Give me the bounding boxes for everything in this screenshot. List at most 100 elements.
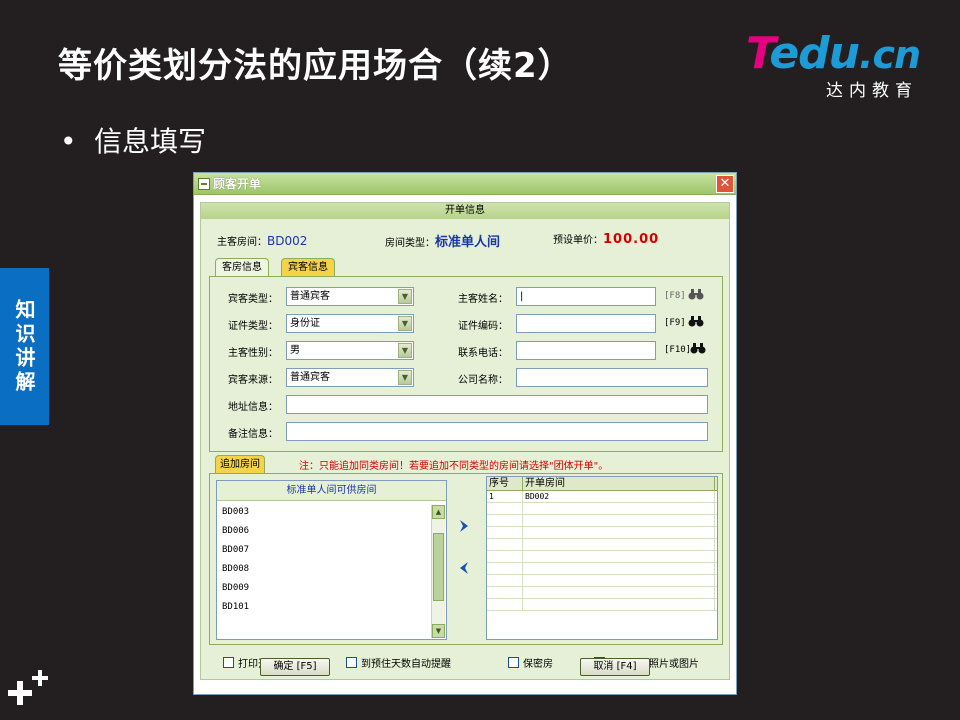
chevron-down-icon[interactable]: ▼ <box>398 289 412 304</box>
add-room-note: 注：只能追加同类房间！若要追加不同类型的房间请选择"团体开单"。 <box>299 461 609 472</box>
section-header: 开单信息 <box>201 203 729 219</box>
order-rooms-grid[interactable]: 序号 开单房间 1 BD002 <box>486 476 718 640</box>
logo-cn: .cn <box>859 33 921 77</box>
tab-guest-info[interactable]: 宾客信息 <box>281 258 335 276</box>
list-item[interactable]: BD003 <box>217 503 446 522</box>
tab-room-info[interactable]: 客房信息 <box>215 258 269 276</box>
bullet-dot: • <box>60 125 77 158</box>
ok-button[interactable]: 确定 [F5] <box>260 658 330 676</box>
room-type-info: 房间类型：标准单人间 <box>385 231 500 250</box>
list-item[interactable]: BD008 <box>217 560 446 579</box>
dialog-title: 顾客开单 <box>213 177 262 191</box>
checkbox-box[interactable] <box>223 657 234 668</box>
id-type-label: 证件类型： <box>228 321 278 332</box>
bullet-text: 信息填写 <box>94 125 207 158</box>
dialog-titlebar[interactable]: 顾客开单 <box>194 173 736 195</box>
slide-title: 等价类划分法的应用场合（续2） <box>58 46 573 86</box>
table-row-empty <box>487 503 717 515</box>
checkbox-box[interactable] <box>346 657 357 668</box>
source-label: 宾客来源： <box>228 375 278 386</box>
guest-type-value: 普通宾客 <box>290 291 330 302</box>
source-select[interactable]: 普通宾客 ▼ <box>286 368 414 387</box>
binoculars-icon[interactable] <box>690 342 706 357</box>
price-value: 100.00 <box>603 232 660 247</box>
address-label: 地址信息： <box>228 402 278 413</box>
table-row-empty <box>487 587 717 599</box>
checkbox-box[interactable] <box>508 657 519 668</box>
room-type-value: 标准单人间 <box>435 235 501 250</box>
list-item[interactable]: BD006 <box>217 522 446 541</box>
cancel-button[interactable]: 取消 [F4] <box>580 658 650 676</box>
main-room-label: 主客房间： <box>217 237 267 248</box>
move-left-button[interactable] <box>458 560 470 579</box>
table-row-empty <box>487 515 717 527</box>
table-row-empty <box>487 527 717 539</box>
available-rooms-header: 标准单人间可供房间 <box>217 481 446 501</box>
close-button[interactable]: ✕ <box>716 175 734 193</box>
list-item[interactable]: BD007 <box>217 541 446 560</box>
move-right-button[interactable] <box>458 518 470 537</box>
tedu-logo: Tedu.cn 达内教育 <box>746 28 926 101</box>
phone-input[interactable] <box>516 341 656 360</box>
add-room-panel: 标准单人间可供房间 BD003 BD006 BD007 BD008 BD009 … <box>209 473 723 645</box>
list-scrollbar[interactable]: ▲ ▼ <box>431 505 445 638</box>
binoculars-icon[interactable] <box>688 315 704 330</box>
guest-type-label: 宾客类型： <box>228 294 278 305</box>
room-type-label: 房间类型： <box>385 238 435 249</box>
grid-cell: BD002 <box>523 491 715 502</box>
price-label: 预设单价： <box>553 235 603 246</box>
side-tab-knowledge: 知识讲解 <box>0 268 49 425</box>
guest-info-panel: 宾客类型： 普通宾客 ▼ 证件类型： 身份证 ▼ 主客性别： 男 ▼ 宾客来源：… <box>209 276 723 452</box>
gender-value: 男 <box>290 345 300 356</box>
table-row-empty <box>487 563 717 575</box>
chevron-down-icon[interactable]: ▼ <box>398 316 412 331</box>
main-room-info: 主客房间：BD002 <box>217 233 307 248</box>
binoculars-icon[interactable] <box>688 288 704 303</box>
available-rooms-list[interactable]: 标准单人间可供房间 BD003 BD006 BD007 BD008 BD009 … <box>216 480 447 640</box>
guest-name-label: 主客姓名： <box>458 294 508 305</box>
dialog-body: 开单信息 主客房间：BD002 房间类型：标准单人间 预设单价：100.00 客… <box>200 202 730 680</box>
hotkey-f9: [F9] <box>664 318 686 328</box>
list-item[interactable]: BD101 <box>217 598 446 610</box>
company-input[interactable] <box>516 368 708 387</box>
id-number-label: 证件编码： <box>458 321 508 332</box>
grid-header: 序号 开单房间 <box>487 477 717 491</box>
id-number-input[interactable] <box>516 314 656 333</box>
scroll-up-icon[interactable]: ▲ <box>432 505 445 519</box>
address-input[interactable] <box>286 395 708 414</box>
bullet-item: • 信息填写 <box>60 120 206 160</box>
remark-input[interactable] <box>286 422 708 441</box>
tab-add-room[interactable]: 追加房间 <box>215 455 265 473</box>
gender-select[interactable]: 男 ▼ <box>286 341 414 360</box>
logo-edu: edu <box>769 28 860 79</box>
scroll-thumb[interactable] <box>433 533 444 601</box>
phone-label: 联系电话： <box>458 348 508 359</box>
company-label: 公司名称： <box>458 375 508 386</box>
auto-reminder-checkbox[interactable]: 到预住天数自动提醒 <box>346 655 451 670</box>
customer-order-dialog: 顾客开单 ✕ 开单信息 主客房间：BD002 房间类型：标准单人间 预设单价：1… <box>193 172 737 695</box>
checkbox-label: 到预住天数自动提醒 <box>361 659 451 670</box>
id-type-value: 身份证 <box>290 318 320 329</box>
hotkey-f8: [F8] <box>664 291 686 301</box>
logo-t: T <box>746 28 770 79</box>
window-menu-icon[interactable] <box>198 177 210 190</box>
logo-subtitle: 达内教育 <box>826 81 918 101</box>
guest-name-input[interactable]: | <box>516 287 656 306</box>
confidential-room-checkbox[interactable]: 保密房 <box>508 655 553 670</box>
price-info: 预设单价：100.00 <box>553 231 659 247</box>
table-row-empty <box>487 551 717 563</box>
remark-label: 备注信息： <box>228 429 278 440</box>
table-row-empty <box>487 575 717 587</box>
table-row[interactable]: 1 BD002 <box>487 491 717 503</box>
gender-label: 主客性别： <box>228 348 278 359</box>
table-row-empty <box>487 599 717 611</box>
main-room-value: BD002 <box>267 234 308 248</box>
chevron-down-icon[interactable]: ▼ <box>398 343 412 358</box>
id-type-select[interactable]: 身份证 ▼ <box>286 314 414 333</box>
chevron-down-icon[interactable]: ▼ <box>398 370 412 385</box>
checkbox-label: 保密房 <box>523 659 553 670</box>
guest-type-select[interactable]: 普通宾客 ▼ <box>286 287 414 306</box>
grid-cell: 1 <box>487 491 523 502</box>
scroll-down-icon[interactable]: ▼ <box>432 624 445 638</box>
list-item[interactable]: BD009 <box>217 579 446 598</box>
